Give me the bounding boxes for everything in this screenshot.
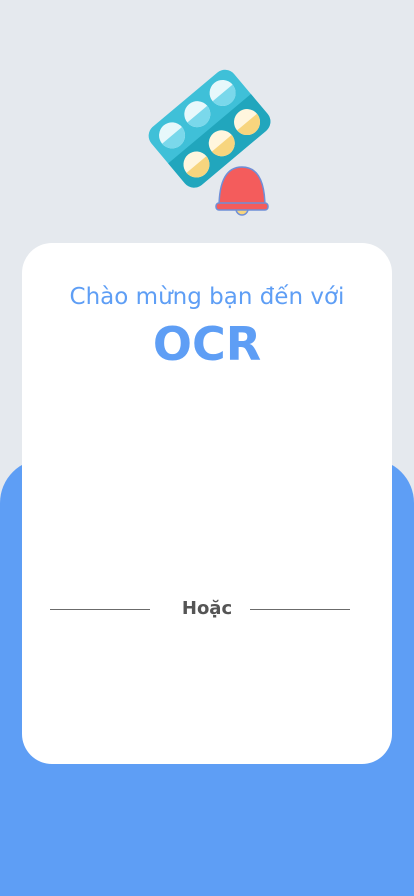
bell-icon — [215, 166, 269, 216]
app-name: OCR — [152, 317, 262, 371]
welcome-text: Chào mừng bạn đến với — [69, 284, 345, 310]
divider-or-label: Hoặc — [181, 598, 233, 619]
divider-line-right — [250, 609, 350, 610]
pill-blister-bell-icon — [148, 69, 271, 216]
welcome-card: Chào mừng bạn đến với OCR Hoặc — [22, 243, 392, 764]
divider-line-left — [50, 609, 150, 610]
app-logo — [130, 52, 280, 222]
